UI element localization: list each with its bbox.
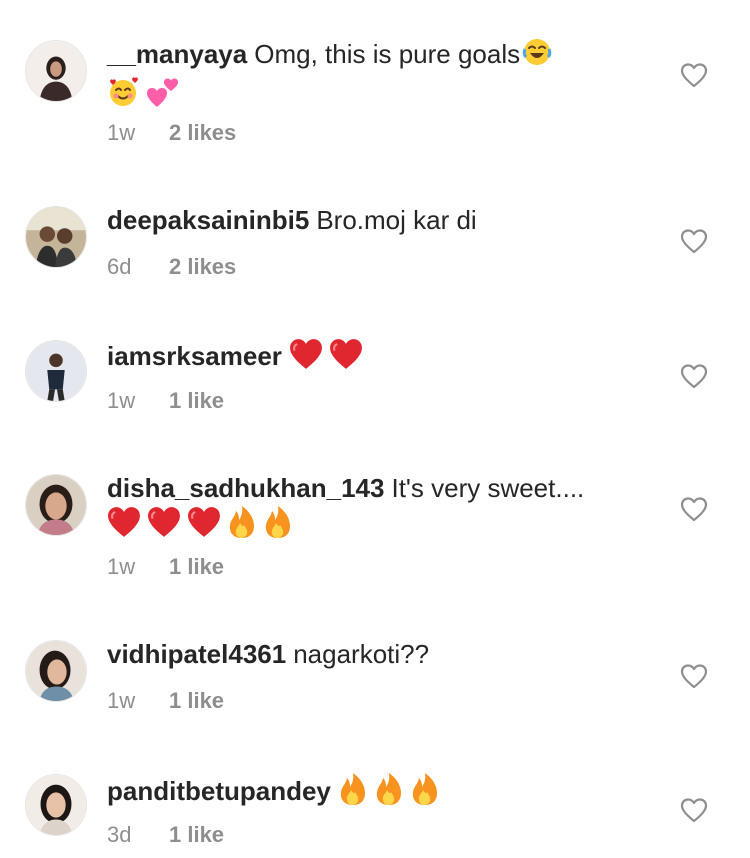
comment-username[interactable]: disha_sadhukhan_143 bbox=[107, 473, 384, 503]
smiling-face-with-hearts-icon bbox=[107, 76, 139, 116]
avatar[interactable] bbox=[25, 340, 87, 402]
fire-icon bbox=[227, 505, 257, 547]
comment-time: 3d bbox=[107, 822, 132, 847]
comment-text: vidhipatel4361 nagarkoti?? bbox=[107, 638, 647, 671]
fire-icon bbox=[410, 772, 440, 814]
comment-text: deepaksaininbi5 Bro.moj kar di bbox=[107, 204, 647, 237]
comment-meta: 6d 2 likes bbox=[107, 254, 236, 280]
comment-time: 1w bbox=[107, 554, 136, 579]
comment-username[interactable]: panditbetupandey bbox=[107, 776, 331, 806]
red-heart-icon bbox=[107, 506, 141, 546]
comment-meta: 3d 1 like bbox=[107, 822, 224, 848]
comment-likes-count[interactable]: 2 likes bbox=[169, 120, 236, 145]
like-heart-icon[interactable] bbox=[680, 797, 708, 823]
two-hearts-icon bbox=[145, 75, 181, 117]
comment-likes-count[interactable]: 1 like bbox=[169, 388, 224, 413]
comment-username[interactable]: vidhipatel4361 bbox=[107, 639, 286, 669]
comment-likes-count[interactable]: 1 like bbox=[169, 822, 224, 847]
red-heart-icon bbox=[289, 338, 323, 378]
comment-meta: 1w 1 like bbox=[107, 388, 224, 414]
comment-username[interactable]: __manyaya bbox=[107, 39, 247, 69]
comment-meta: 1w 2 likes bbox=[107, 120, 236, 146]
red-heart-icon bbox=[187, 506, 221, 546]
comment-time: 1w bbox=[107, 120, 136, 145]
like-heart-icon[interactable] bbox=[680, 496, 708, 522]
comment-body: Bro.moj kar di bbox=[316, 205, 477, 235]
comment-body: Omg, this is pure goals bbox=[254, 38, 521, 69]
face-with-tears-of-joy-icon bbox=[522, 37, 552, 75]
fire-icon bbox=[374, 772, 404, 814]
avatar[interactable] bbox=[25, 206, 87, 268]
comment-likes-count[interactable]: 1 like bbox=[169, 554, 224, 579]
comment-meta: 1w 1 like bbox=[107, 688, 224, 714]
comment-text: disha_sadhukhan_143 It's very sweet.... bbox=[107, 472, 647, 547]
fire-icon bbox=[338, 772, 368, 814]
comment-body: nagarkoti?? bbox=[293, 639, 430, 669]
comment-likes-count[interactable]: 1 like bbox=[169, 688, 224, 713]
avatar[interactable] bbox=[25, 774, 87, 836]
avatar[interactable] bbox=[25, 640, 87, 702]
comment-text: __manyaya Omg, this is pure goals bbox=[107, 37, 647, 117]
avatar[interactable] bbox=[25, 474, 87, 536]
like-heart-icon[interactable] bbox=[680, 228, 708, 254]
comment-likes-count[interactable]: 2 likes bbox=[169, 254, 236, 279]
comment-text: panditbetupandey bbox=[107, 772, 647, 814]
red-heart-icon bbox=[329, 338, 363, 378]
comment-time: 1w bbox=[107, 688, 136, 713]
like-heart-icon[interactable] bbox=[680, 363, 708, 389]
red-heart-icon bbox=[147, 506, 181, 546]
comment-text: iamsrksameer bbox=[107, 338, 647, 378]
comment-username[interactable]: iamsrksameer bbox=[107, 341, 282, 371]
comment-username[interactable]: deepaksaininbi5 bbox=[107, 205, 309, 235]
fire-icon bbox=[263, 505, 293, 547]
like-heart-icon[interactable] bbox=[680, 663, 708, 689]
comment-meta: 1w 1 like bbox=[107, 554, 224, 580]
comment-time: 1w bbox=[107, 388, 136, 413]
comment-time: 6d bbox=[107, 254, 132, 279]
avatar[interactable] bbox=[25, 40, 87, 102]
comment-body: It's very sweet.... bbox=[391, 473, 585, 503]
like-heart-icon[interactable] bbox=[680, 62, 708, 88]
